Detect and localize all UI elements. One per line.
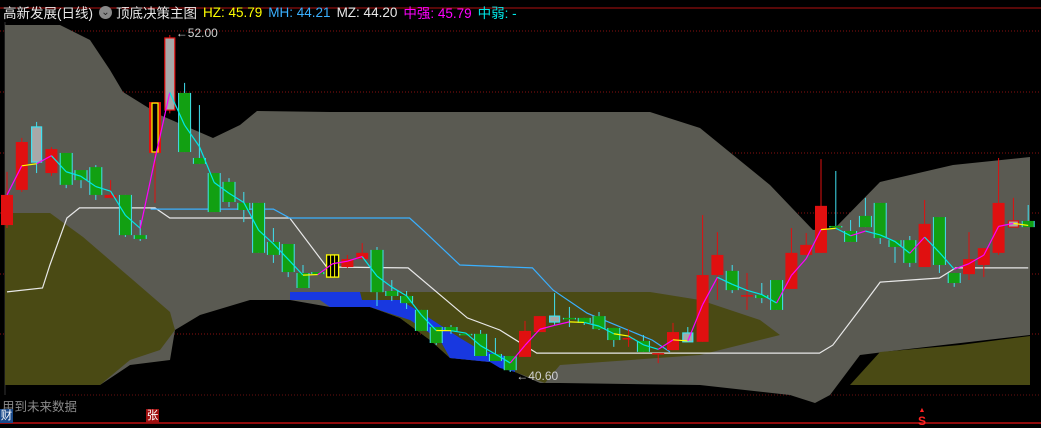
candle-body [948,273,960,283]
candle-body [223,182,235,202]
chart-header: 高新发展(日线) ⌄ 顶底决策主图 HZ: 45.79 MH: 44.21 MZ… [3,3,523,21]
price-annotation: ←52.00 [176,26,218,40]
candle-body [253,203,265,253]
candle-body [60,153,72,185]
price-annotation: ←40.60 [516,369,558,383]
candle-body [993,203,1005,253]
candle-body [978,248,990,265]
zhongqiang-value: 中强: 45.79 [403,2,471,22]
candle-body [563,318,575,320]
candle-body [1,195,13,225]
candle [253,203,265,253]
candle-body [874,203,886,238]
candle [45,147,57,176]
mh-value: MH: 44.21 [268,5,330,20]
candle-body [519,331,531,357]
candle [179,83,191,152]
candle-body [386,291,398,296]
candle-body [32,127,42,162]
candle-body [327,255,339,277]
candle-body [489,354,501,361]
ma-segment [303,275,318,276]
chevron-down-circle-icon[interactable]: ⌄ [99,6,112,19]
candle-body [711,255,723,275]
candle [208,173,220,212]
sell-signal-marker[interactable]: ▲S [918,406,926,426]
sell-signal-label: S [918,416,926,426]
candle-body [179,93,191,152]
candle [475,330,487,356]
zhongruo-value: 中弱: - [478,2,517,22]
candle-body [430,327,442,343]
candle [874,203,886,244]
candle-body [415,310,427,331]
candle [460,334,472,336]
candle-body [238,203,250,210]
candle-body [1022,221,1034,227]
candle [327,255,339,277]
candle-highlight [152,103,158,152]
ma-segment [569,322,584,323]
candle-body [550,316,560,322]
candle [933,217,945,273]
limit-up-badge[interactable]: 张 [146,409,159,423]
candle-body [919,224,931,267]
candle-body [282,244,294,272]
candlestick-chart: ←52.00 ←40.60 [0,0,1041,426]
candle [60,153,72,188]
candle [415,310,427,331]
future-data-note: 用到未来数据 [2,396,77,415]
candle-body [90,167,102,195]
candle-body [697,275,709,342]
candle-body [312,272,324,274]
candle-body [193,158,205,164]
candle-body [904,240,916,263]
candle-body [741,295,753,297]
candle [830,171,842,227]
indicator-name[interactable]: 顶底决策主图 [116,2,197,22]
candle [90,165,102,200]
mz-value: MZ: 44.20 [337,5,398,20]
hz-value: HZ: 45.79 [203,5,262,20]
candle-body [593,316,605,329]
candle-body [830,226,842,228]
candle-body [652,353,664,355]
candle [312,272,324,274]
candle-body [208,173,220,212]
candle [904,236,916,267]
candle-body [845,231,857,242]
finance-badge[interactable]: 财 [0,409,13,423]
candle-body [460,334,472,336]
stock-name[interactable]: 高新发展(日线) [3,2,93,22]
candle-body [667,332,679,350]
candle-body [859,216,871,227]
candle-body [726,271,738,290]
candle-body [134,235,146,239]
